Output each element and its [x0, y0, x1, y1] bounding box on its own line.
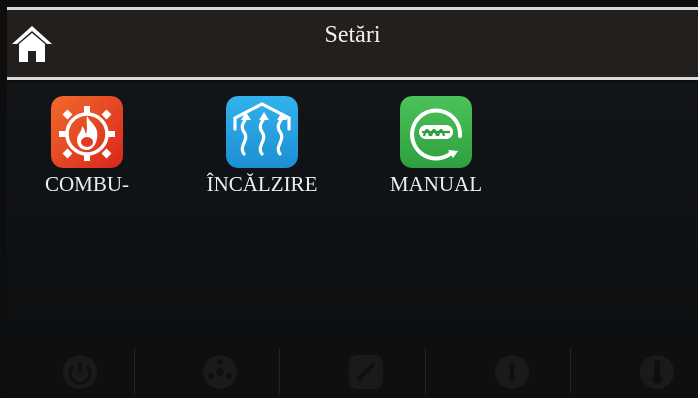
page-title: Setări: [324, 22, 381, 48]
tab-divider: [570, 348, 571, 394]
tile-combustion[interactable]: COMBU-: [17, 96, 157, 197]
tab-info[interactable]: [439, 340, 585, 398]
edit-icon: [349, 355, 383, 389]
info-icon: [495, 355, 529, 389]
tab-fan[interactable]: [147, 340, 293, 398]
auger-icon: [400, 96, 472, 168]
tile-label-heating: ÎNCĂLZIRE: [206, 172, 318, 196]
flame-gear-icon: [51, 96, 123, 168]
heat-waves-icon: [226, 96, 298, 168]
thermometer-icon: [640, 355, 674, 389]
tab-edit[interactable]: [293, 340, 439, 398]
tile-heating[interactable]: ÎNCĂLZIRE: [192, 96, 332, 197]
tile-label-combustion: COMBU-: [44, 172, 129, 196]
power-icon: [63, 355, 97, 389]
fan-icon: [203, 355, 237, 389]
tab-power[interactable]: [7, 340, 153, 398]
tab-divider: [425, 348, 426, 394]
tile-manual[interactable]: MANUAL: [366, 96, 506, 197]
tab-divider: [279, 348, 280, 394]
bottom-nav: [7, 340, 698, 398]
tile-label-manual: MANUAL: [389, 172, 483, 196]
tab-divider: [134, 348, 135, 394]
tab-thermometer[interactable]: [584, 340, 698, 398]
header-bar: Setări: [7, 7, 698, 80]
